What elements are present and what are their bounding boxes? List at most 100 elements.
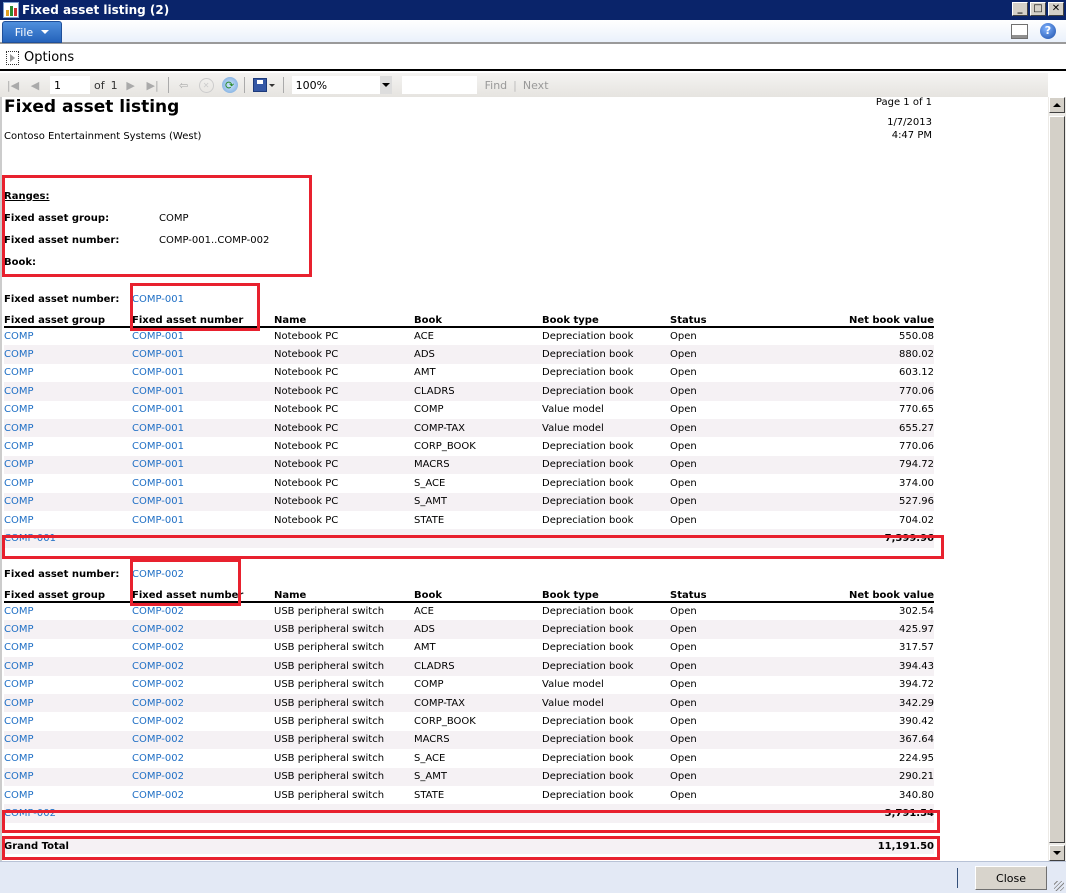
scroll-up-button[interactable] (1049, 97, 1065, 113)
cell-link[interactable]: COMP-002 (132, 786, 274, 804)
cell-link[interactable]: COMP (4, 474, 132, 492)
table-cell: COMP-TAX (414, 693, 542, 713)
find-input[interactable] (401, 76, 477, 94)
stop-icon[interactable]: ✕ (198, 77, 214, 93)
cell-link[interactable]: COMP-002 (132, 602, 274, 620)
export-dropdown-icon[interactable] (268, 83, 275, 87)
cell-link[interactable]: COMP-002 (132, 749, 274, 767)
table-cell: CORP_BOOK (414, 716, 476, 728)
close-window-button[interactable]: ✕ (1048, 2, 1064, 16)
cell-link[interactable]: COMP-001 (132, 492, 274, 511)
cell-link[interactable]: COMP-001 (132, 418, 274, 438)
cell-link[interactable]: COMP (4, 364, 132, 382)
cell-link[interactable]: COMP (4, 749, 132, 767)
last-page-icon[interactable]: ▶| (146, 78, 160, 92)
export-save-icon[interactable] (252, 78, 267, 92)
subtotal-asset-link[interactable]: COMP-002 (4, 808, 56, 819)
cell-link[interactable]: COMP-002 (132, 712, 274, 730)
asset-group-comp-001: Fixed asset number: COMP-001 Fixed asset g… (4, 288, 934, 549)
table-cell: Open (670, 789, 697, 801)
vertical-scrollbar[interactable] (1048, 97, 1066, 861)
table-cell: Depreciation book (542, 716, 634, 728)
table-cell: Depreciation book (542, 752, 634, 764)
options-bar[interactable]: Options (0, 46, 1066, 71)
close-button[interactable]: Close (975, 866, 1047, 890)
table-cell: S_AMT (414, 767, 542, 786)
cell-link[interactable]: COMP (4, 492, 132, 511)
next-link[interactable]: Next (523, 79, 549, 92)
cell-link[interactable]: COMP (4, 786, 132, 804)
resize-grip-icon[interactable] (1054, 881, 1064, 891)
table-cell: Depreciation book (542, 477, 634, 489)
cell-link[interactable]: COMP-002 (132, 639, 274, 657)
table-cell: Open (670, 441, 697, 453)
group-asset-number-link[interactable]: COMP-001 (132, 294, 184, 305)
next-page-icon[interactable]: ▶ (124, 78, 138, 92)
page-number-input[interactable] (50, 76, 90, 94)
cell-link[interactable]: COMP-001 (132, 511, 274, 529)
cell-link[interactable]: COMP-002 (132, 693, 274, 713)
cell-link[interactable]: COMP (4, 620, 132, 639)
range-value: COMP (159, 212, 189, 224)
cell-link[interactable]: COMP (4, 418, 132, 438)
group-asset-number-link[interactable]: COMP-002 (132, 569, 184, 580)
cell-link[interactable]: COMP (4, 730, 132, 750)
cell-link[interactable]: COMP (4, 437, 132, 455)
cell-link[interactable]: COMP (4, 767, 132, 786)
cell-link[interactable]: COMP-001 (132, 364, 274, 382)
cell-link[interactable]: COMP (4, 712, 132, 730)
table-cell: Notebook PC (274, 382, 414, 401)
table-cell: Open (670, 331, 697, 343)
cell-link[interactable]: COMP-001 (132, 437, 274, 455)
cell-link[interactable]: COMP (4, 401, 132, 419)
first-page-icon[interactable]: |◀ (6, 78, 20, 92)
table-cell: Depreciation book (542, 657, 670, 676)
ribbon: File ? (0, 20, 1066, 44)
cell-link[interactable]: COMP-001 (132, 474, 274, 492)
cell-link[interactable]: COMP-001 (132, 382, 274, 401)
cell-link[interactable]: COMP (4, 455, 132, 475)
zoom-dropdown-button[interactable] (379, 76, 392, 94)
table-cell: Depreciation book (542, 367, 634, 379)
cell-link[interactable]: COMP-001 (132, 455, 274, 475)
table-row: COMP COMP-002 USB peripheral switch COMP Val… (4, 676, 934, 694)
cell-link[interactable]: COMP (4, 639, 132, 657)
scroll-down-button[interactable] (1049, 845, 1065, 861)
cell-link[interactable]: COMP (4, 511, 132, 529)
zoom-select[interactable]: 100% (291, 76, 392, 94)
cell-link[interactable]: COMP-001 (132, 327, 274, 345)
cell-link[interactable]: COMP (4, 327, 132, 345)
minimize-button[interactable]: _ (1012, 2, 1028, 16)
column-header: Fixed asset number (132, 310, 274, 328)
cell-link[interactable]: COMP-002 (132, 620, 274, 639)
cell-link[interactable]: COMP-002 (132, 657, 274, 676)
cell-link[interactable]: COMP (4, 382, 132, 401)
table-cell: Value model (542, 693, 670, 713)
table-cell: Open (670, 345, 780, 364)
cell-link[interactable]: COMP-002 (132, 767, 274, 786)
maximize-button[interactable]: □ (1030, 2, 1046, 16)
scrollbar-thumb[interactable] (1049, 116, 1065, 843)
previous-page-icon[interactable]: ◀ (28, 78, 42, 92)
help-icon[interactable]: ? (1040, 23, 1056, 39)
file-menu-button[interactable]: File (2, 21, 62, 43)
report-time: 4:47 PM (891, 130, 932, 141)
expand-arrow-icon[interactable] (6, 50, 19, 65)
cell-link[interactable]: COMP (4, 345, 132, 364)
refresh-icon[interactable]: ⟳ (221, 77, 238, 93)
cell-link[interactable]: COMP (4, 676, 132, 694)
find-link[interactable]: Find (485, 79, 508, 92)
cell-link[interactable]: COMP (4, 657, 132, 676)
cell-link[interactable]: COMP (4, 693, 132, 713)
options-label[interactable]: Options (24, 50, 74, 65)
cell-link[interactable]: COMP-001 (132, 345, 274, 364)
cell-link[interactable]: COMP-002 (132, 730, 274, 750)
cell-link[interactable]: COMP-001 (132, 401, 274, 419)
subtotal-asset-link[interactable]: COMP-001 (4, 533, 56, 544)
cell-link[interactable]: COMP (4, 602, 132, 620)
back-icon[interactable]: ⇦ (177, 78, 191, 92)
table-cell: Open (670, 730, 780, 750)
layout-icon[interactable] (1011, 23, 1028, 39)
cell-link[interactable]: COMP-002 (132, 676, 274, 694)
table-cell: Depreciation book (542, 789, 634, 801)
